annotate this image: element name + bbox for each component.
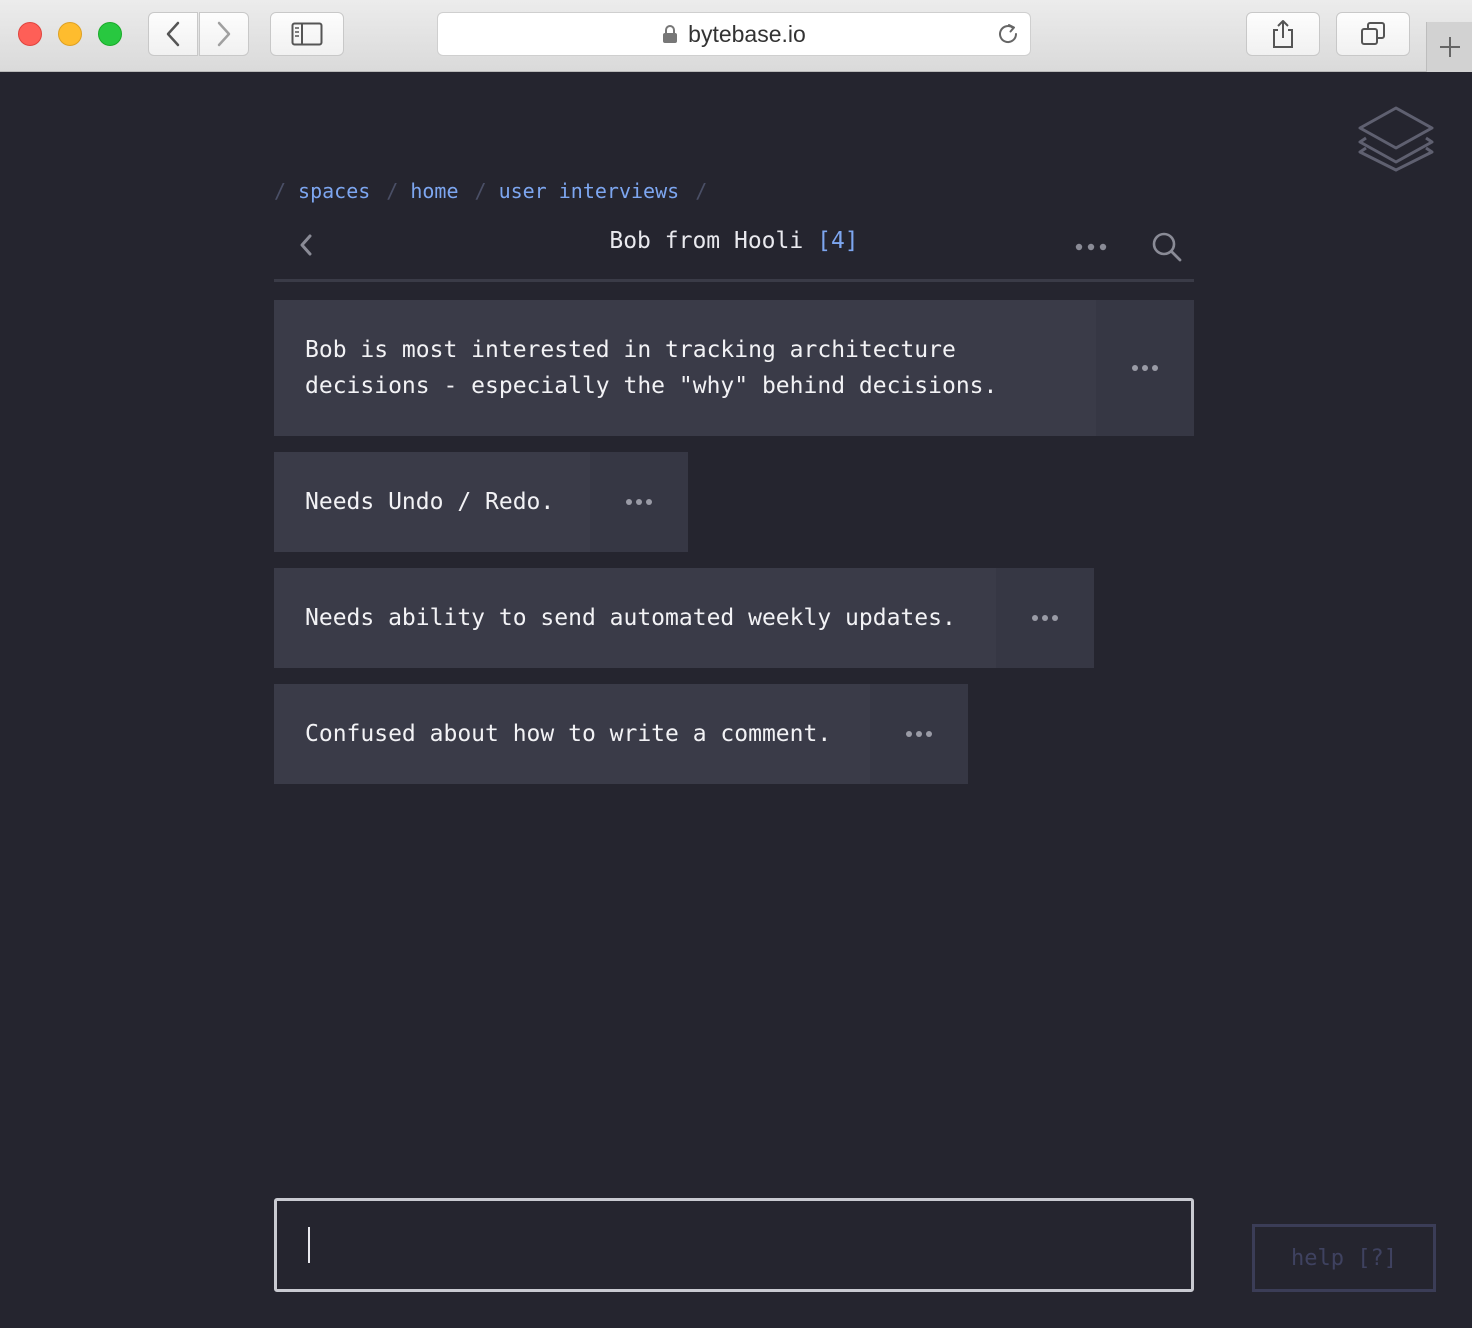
page-title: Bob from Hooli [4] — [274, 228, 1194, 254]
note-more-button[interactable] — [1096, 300, 1194, 436]
note-text: Needs ability to send automated weekly u… — [305, 605, 956, 631]
search-icon[interactable] — [1150, 230, 1184, 264]
note-text: Bob is most interested in tracking archi… — [305, 337, 998, 399]
text-caret — [308, 1227, 310, 1263]
share-icon — [1273, 20, 1293, 48]
new-tab-button[interactable] — [1426, 22, 1472, 72]
close-window-button[interactable] — [18, 22, 42, 46]
sidebar-toggle-button[interactable] — [270, 12, 344, 56]
note-card[interactable]: Needs Undo / Redo. — [274, 452, 688, 552]
help-button[interactable]: help [?] — [1252, 1224, 1436, 1292]
note-input[interactable] — [277, 1201, 1191, 1289]
more-options-icon — [1032, 615, 1058, 621]
breadcrumb-home[interactable]: home — [410, 179, 458, 203]
plus-icon — [1439, 37, 1460, 57]
reload-icon[interactable] — [996, 22, 1020, 46]
more-options-icon — [626, 499, 652, 505]
chevron-right-icon — [217, 21, 231, 47]
breadcrumb-user-interviews[interactable]: user interviews — [499, 179, 680, 203]
tabs-icon — [1361, 22, 1385, 45]
breadcrumb-separator: / — [695, 179, 708, 203]
url-text: bytebase.io — [688, 20, 806, 47]
more-options-icon — [1132, 365, 1158, 371]
note-card[interactable]: Confused about how to write a comment. — [274, 684, 968, 784]
browser-forward-button[interactable] — [199, 12, 249, 56]
note-more-button[interactable] — [870, 684, 968, 784]
share-button[interactable] — [1246, 12, 1320, 56]
minimize-window-button[interactable] — [58, 22, 82, 46]
page-title-text: Bob from Hooli — [609, 228, 804, 254]
sidebar-icon — [291, 22, 323, 46]
tab-overview-button[interactable] — [1336, 12, 1410, 56]
note-card[interactable]: Bob is most interested in tracking archi… — [274, 300, 1194, 436]
note-text: Needs Undo / Redo. — [305, 489, 555, 515]
breadcrumb-separator: / — [386, 179, 399, 203]
chevron-left-icon — [166, 21, 180, 47]
browser-toolbar: bytebase.io — [0, 0, 1472, 72]
more-options-icon — [906, 731, 932, 737]
item-count: [4] — [817, 228, 859, 254]
lock-icon — [663, 25, 678, 43]
address-bar[interactable]: bytebase.io — [437, 12, 1031, 56]
breadcrumb-separator: / — [274, 179, 287, 203]
page-header: Bob from Hooli [4] — [274, 218, 1194, 282]
note-composer[interactable] — [274, 1198, 1194, 1292]
note-more-button[interactable] — [996, 568, 1094, 668]
breadcrumb: / spaces / home / user interviews / — [274, 176, 719, 206]
note-more-button[interactable] — [590, 452, 688, 552]
more-options-icon[interactable] — [1074, 232, 1108, 262]
breadcrumb-spaces[interactable]: spaces — [298, 179, 370, 203]
breadcrumb-separator: / — [474, 179, 487, 203]
zoom-window-button[interactable] — [98, 22, 122, 46]
note-text: Confused about how to write a comment. — [305, 721, 832, 747]
note-card[interactable]: Needs ability to send automated weekly u… — [274, 568, 1094, 668]
layers-logo-icon[interactable] — [1356, 104, 1436, 172]
browser-back-button[interactable] — [148, 12, 198, 56]
